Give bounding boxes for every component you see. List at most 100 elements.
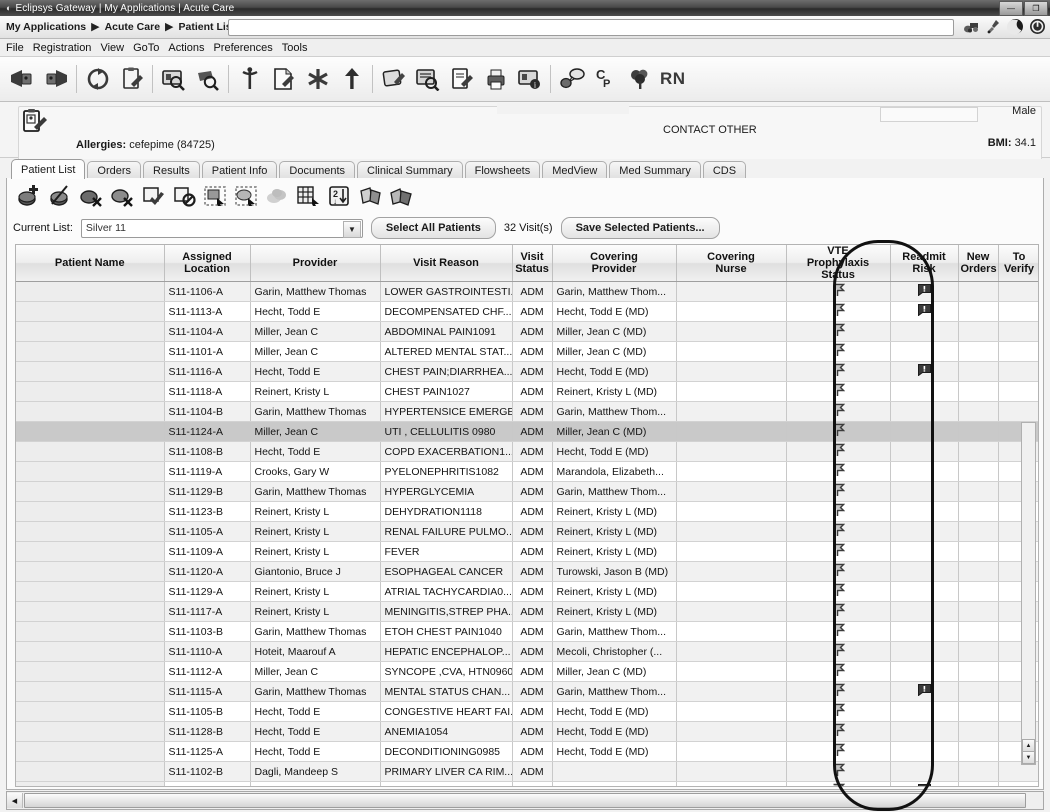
tab-cds[interactable]: CDS (702, 161, 747, 179)
flag-icon[interactable] (832, 503, 845, 517)
table-row[interactable]: S11-1102-B Dagli, Mandeep S PRIMARY LIVER … (16, 761, 1038, 782)
patient-info-icon[interactable]: i (513, 60, 546, 98)
block-list-icon[interactable] (170, 180, 200, 212)
table-row[interactable]: S11-1121-AGabriel, Courtney ALYMPHOMASAD… (16, 781, 1038, 786)
delete-patient-icon[interactable] (108, 180, 138, 212)
cell-vte-status[interactable] (786, 281, 891, 302)
cell-vte-status[interactable] (786, 321, 891, 342)
table-row[interactable]: S11-1129-B Garin, Matthew Thomas HYPERGLYC… (16, 481, 1038, 502)
flag-icon[interactable] (832, 483, 845, 497)
flag-icon[interactable] (832, 763, 845, 777)
tab-med-summary[interactable]: Med Summary (609, 161, 701, 179)
refresh-icon[interactable] (81, 60, 114, 98)
back-navigate-icon[interactable] (5, 60, 38, 98)
col-covering-provider[interactable]: Covering Provider (552, 245, 677, 282)
flag-icon[interactable] (832, 383, 845, 397)
breadcrumb-search-field[interactable] (228, 19, 954, 36)
table-row[interactable]: S11-1105-A Reinert, Kristy L RENAL FAILURE… (16, 521, 1038, 542)
flag-icon[interactable] (832, 683, 845, 697)
table-row[interactable]: S11-1124-A Miller, Jean C UTI , CELLULITIS… (16, 421, 1038, 442)
up-arrow-icon[interactable] (335, 60, 368, 98)
wrench-icon[interactable] (985, 18, 1002, 35)
power-icon[interactable] (1029, 18, 1046, 35)
restore-button[interactable]: ❐ (1024, 1, 1048, 16)
cell-vte-status[interactable] (786, 441, 891, 462)
tab-results[interactable]: Results (143, 161, 200, 179)
col-visit-status[interactable]: Visit Status (512, 245, 553, 282)
asterisk-icon[interactable] (301, 60, 334, 98)
patient-search-icon[interactable] (157, 60, 190, 98)
breadcrumb-item-acute-care[interactable]: Acute Care (105, 21, 160, 33)
table-row[interactable]: S11-1104-A Miller, Jean C ABDOMINAL PAIN10… (16, 321, 1038, 342)
select-all-patients-button[interactable]: Select All Patients (370, 217, 496, 239)
cell-readmit-risk[interactable] (890, 361, 959, 382)
menu-file[interactable]: File (6, 42, 24, 54)
tab-medview[interactable]: MedView (542, 161, 608, 179)
move-list-icon[interactable] (356, 180, 386, 212)
save-selected-patients-button[interactable]: Save Selected Patients... (560, 217, 720, 239)
cell-vte-status[interactable] (786, 361, 891, 382)
columns-icon[interactable] (294, 180, 324, 212)
col-to-verify[interactable]: To Verify (998, 245, 1038, 282)
table-row[interactable]: S11-1110-A Hoteit, Maarouf A HEPATIC ENCEP… (16, 641, 1038, 662)
breadcrumb-item-patient-list[interactable]: Patient List (179, 21, 236, 33)
alert-note-icon[interactable] (917, 684, 931, 696)
flag-icon[interactable] (832, 583, 845, 597)
delete-list-icon[interactable] (77, 180, 107, 212)
tab-patient-info[interactable]: Patient Info (201, 161, 278, 179)
cell-vte-status[interactable] (786, 521, 891, 542)
grid-vertical-scrollbar[interactable]: ▲ ▼ (1021, 422, 1036, 765)
menu-goto[interactable]: GoTo (133, 42, 159, 54)
col-vte-prophylaxis-status[interactable]: VTE Prophylaxis Status (786, 245, 891, 282)
menu-registration[interactable]: Registration (33, 42, 92, 54)
flag-icon[interactable] (832, 643, 845, 657)
horizontal-scrollbar[interactable]: ◀ (6, 791, 1044, 810)
cell-vte-status[interactable] (786, 641, 891, 662)
table-row[interactable]: S11-1112-A Miller, Jean C SYNCOPE ,CVA, HT… (16, 661, 1038, 682)
col-covering-nurse[interactable]: Covering Nurse (676, 245, 787, 282)
tab-clinical-summary[interactable]: Clinical Summary (357, 161, 463, 179)
select-all-icon[interactable] (201, 180, 231, 212)
flag-icon[interactable] (832, 623, 845, 637)
add-patient-icon[interactable] (15, 180, 45, 212)
current-list-select[interactable]: Silver 11 ▼ (80, 218, 363, 238)
moon-icon[interactable] (1007, 18, 1024, 35)
col-readmit-risk[interactable]: Readmit Risk (890, 245, 959, 282)
cell-vte-status[interactable] (786, 501, 891, 522)
flag-icon[interactable] (832, 563, 845, 577)
cell-readmit-risk[interactable] (890, 681, 959, 702)
cell-vte-status[interactable] (786, 621, 891, 642)
tab-orders[interactable]: Orders (87, 161, 142, 179)
remove-patient-icon[interactable] (46, 180, 76, 212)
flag-icon[interactable] (832, 363, 845, 377)
cell-vte-status[interactable] (786, 761, 891, 782)
cell-vte-status[interactable] (786, 561, 891, 582)
table-row[interactable]: S11-1106-A Garin, Matthew Thomas LOWER GAS… (16, 281, 1038, 302)
cell-vte-status[interactable] (786, 681, 891, 702)
minimize-button[interactable]: — (999, 1, 1023, 16)
alert-note-icon[interactable] (917, 304, 931, 316)
order-search-icon[interactable] (191, 60, 224, 98)
tools-icon[interactable] (963, 18, 980, 35)
scroll-left-button[interactable]: ◀ (7, 793, 23, 808)
cell-vte-status[interactable] (786, 461, 891, 482)
message-icon[interactable] (555, 60, 588, 98)
flag-icon[interactable] (832, 743, 845, 757)
cell-vte-status[interactable] (786, 581, 891, 602)
flag-icon[interactable] (832, 543, 845, 557)
clipboard-patient-icon[interactable] (22, 108, 48, 136)
flag-icon[interactable] (832, 323, 845, 337)
col-patient-name[interactable]: Patient Name (16, 245, 165, 282)
cell-vte-status[interactable] (786, 661, 891, 682)
worklist-edit-icon[interactable] (445, 60, 478, 98)
tab-documents[interactable]: Documents (279, 161, 356, 179)
cell-vte-status[interactable] (786, 701, 891, 722)
table-row[interactable]: S11-1125-A Hecht, Todd E DECONDITIONING098… (16, 741, 1038, 762)
table-row[interactable]: S11-1116-A Hecht, Todd E CHEST PAIN;DIARRH… (16, 361, 1038, 382)
cloud-icon[interactable] (263, 180, 293, 212)
print-icon[interactable] (479, 60, 512, 98)
col-assigned-location[interactable]: Assigned Location (164, 245, 251, 282)
patient-grid[interactable]: Patient Name Assigned Location Provider V… (15, 244, 1039, 787)
menu-view[interactable]: View (100, 42, 124, 54)
menu-actions[interactable]: Actions (168, 42, 204, 54)
